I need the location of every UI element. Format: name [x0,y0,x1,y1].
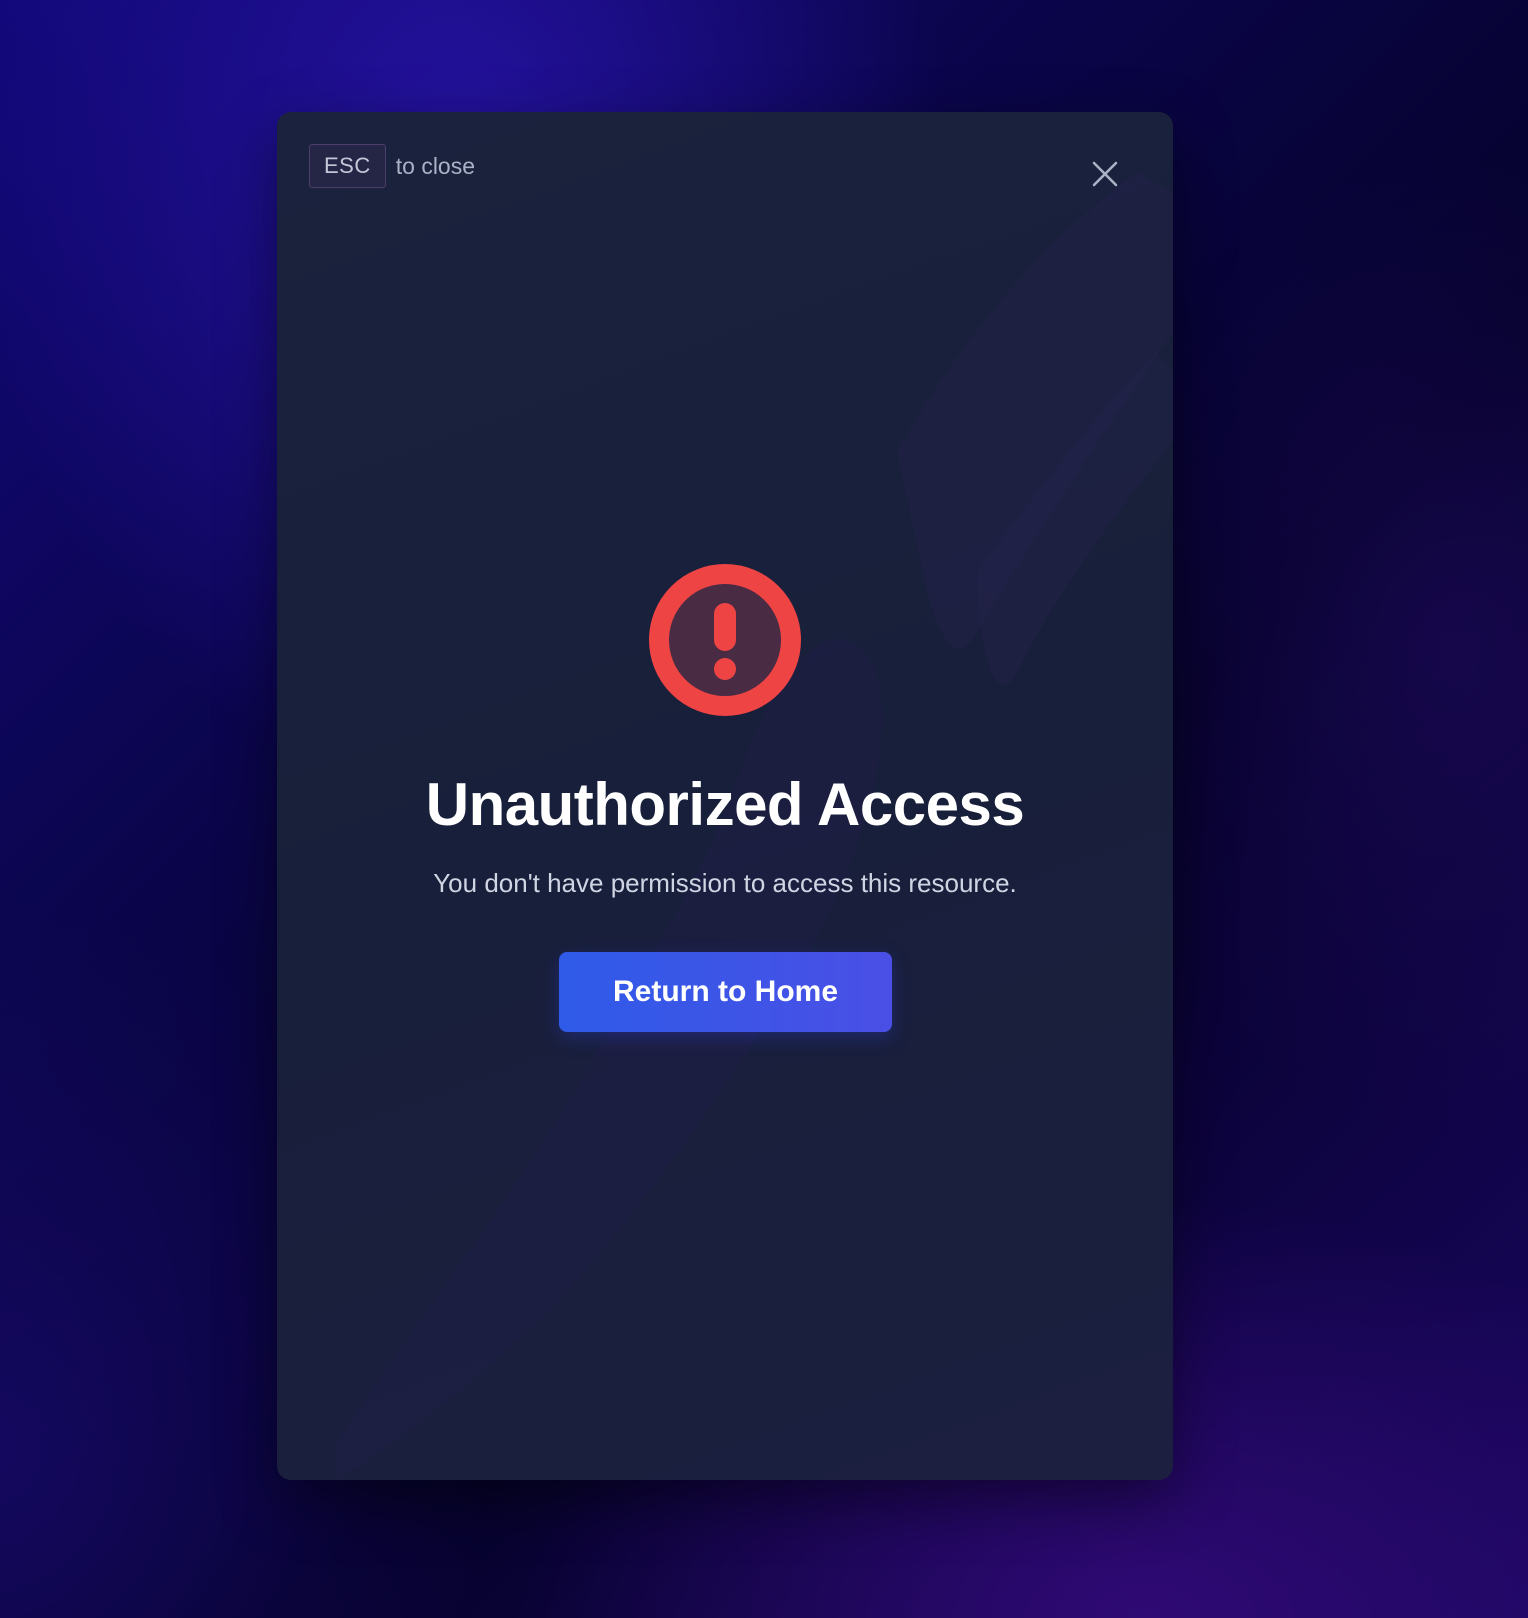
close-icon [1092,161,1118,187]
esc-key: ESC [309,144,386,188]
return-home-button[interactable]: Return to Home [559,952,892,1032]
exclamation-circle-icon [649,564,801,716]
modal-message: You don't have permission to access this… [433,868,1017,898]
close-button[interactable] [1085,154,1125,194]
modal-title: Unauthorized Access [425,771,1025,838]
esc-hint-text: to close [395,152,476,179]
unauthorized-modal: ESC to close Unauthorized Access You don… [277,112,1173,1480]
esc-hint: ESC to close [309,144,475,188]
